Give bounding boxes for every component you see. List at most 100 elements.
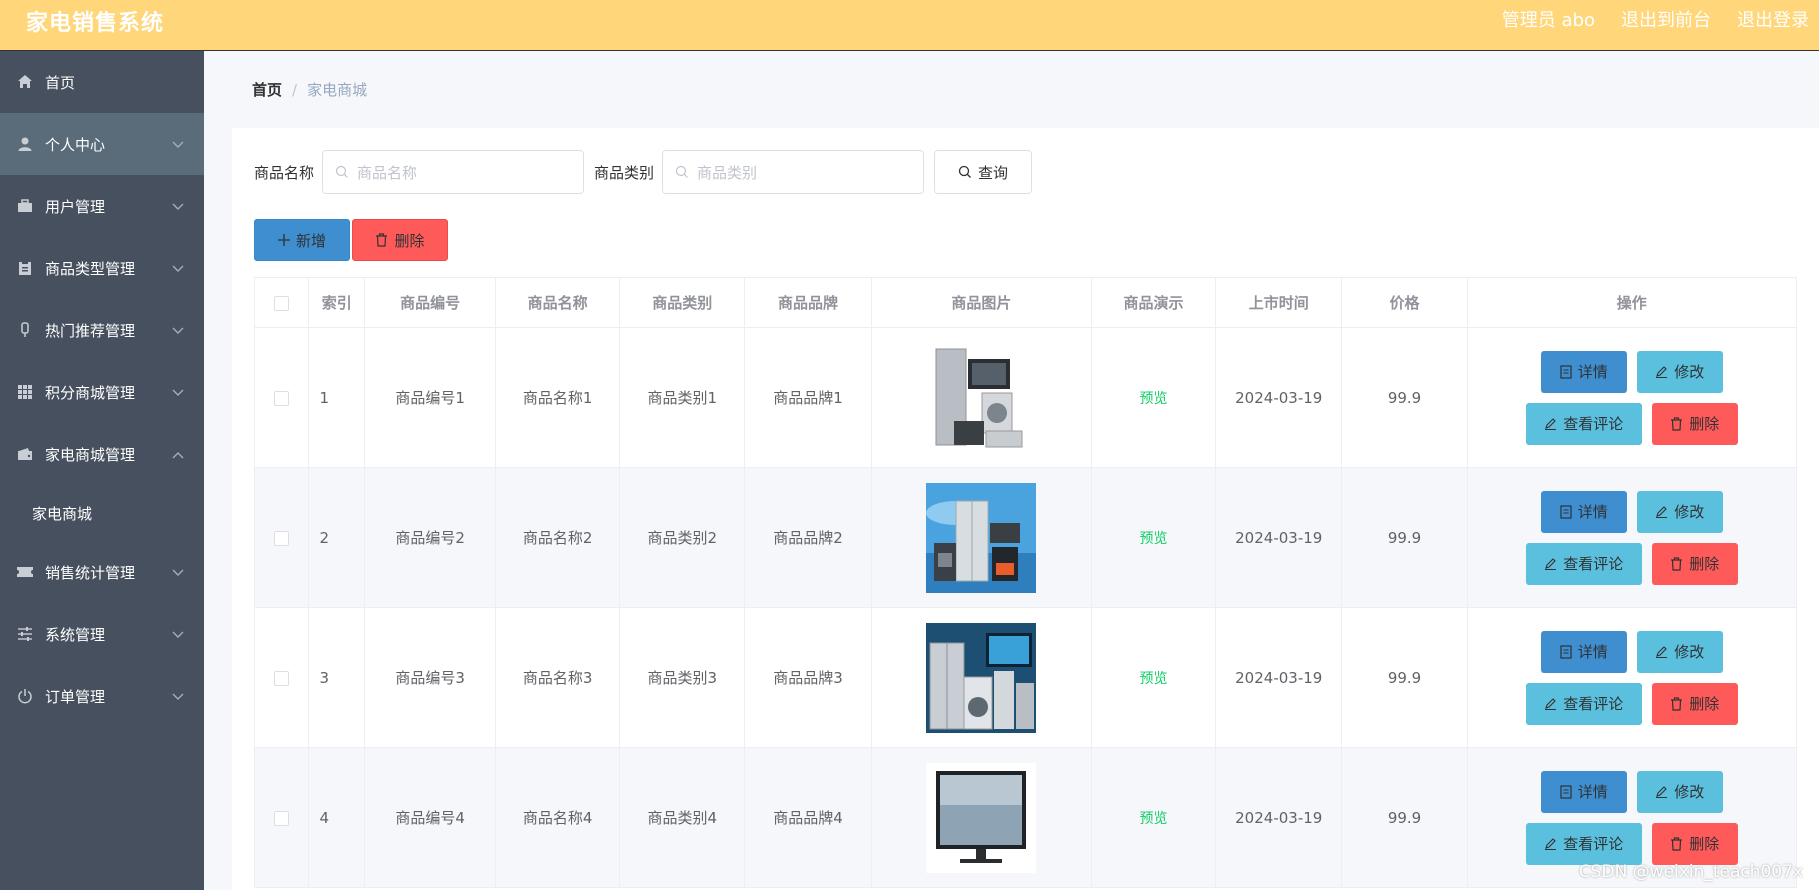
view-reviews-button[interactable]: 查看评论 (1525, 682, 1642, 725)
row-checkbox[interactable] (274, 670, 290, 686)
price: 99.9 (1341, 327, 1468, 468)
tv-product-image[interactable] (926, 762, 1037, 873)
row-checkbox[interactable] (274, 810, 290, 826)
edit-button[interactable]: 修改 (1636, 630, 1723, 673)
delete-label: 删除 (1689, 835, 1720, 853)
row-index: 1 (308, 327, 366, 468)
column-header: 商品演示 (1091, 277, 1217, 328)
product-code: 商品编号2 (364, 467, 497, 608)
detail-label: 详情 (1577, 783, 1608, 801)
row-select-cell (253, 747, 310, 888)
sidebar-item-label: 用户管理 (45, 197, 106, 216)
sidebar-item-system-management[interactable]: 系统管理 (0, 603, 204, 665)
delete-button[interactable]: 删除 (1651, 542, 1738, 585)
edit-icon (1656, 506, 1668, 518)
batch-delete-button[interactable]: 删除 (352, 219, 448, 261)
row-select-cell (253, 467, 310, 608)
view-reviews-button[interactable]: 查看评论 (1525, 822, 1642, 865)
edit-button[interactable]: 修改 (1636, 350, 1723, 393)
sidebar-item-label: 家电商城管理 (45, 445, 136, 464)
delete-button[interactable]: 删除 (1651, 822, 1738, 865)
row-checkbox[interactable] (274, 530, 290, 546)
preview-link[interactable]: 预览 (1140, 531, 1168, 547)
sidebar-item-home[interactable]: 首页 (0, 51, 204, 113)
sidebar-item-hot-recommend[interactable]: 热门推荐管理 (0, 299, 204, 361)
chevron-down-icon (172, 135, 184, 153)
detail-button[interactable]: 详情 (1540, 490, 1627, 533)
edit-icon (1545, 698, 1557, 710)
breadcrumb-home[interactable]: 首页 (252, 81, 282, 99)
search-icon (675, 165, 688, 178)
column-header: 商品品牌 (744, 277, 872, 328)
trash-icon (1671, 416, 1683, 431)
edit-icon (1545, 838, 1557, 850)
sidebar-item-personal-center[interactable]: 个人中心 (0, 113, 204, 175)
exit-to-front-link[interactable]: 退出到前台 (1621, 6, 1711, 32)
delete-label: 删除 (1689, 555, 1720, 573)
appliance-product-image[interactable] (926, 342, 1037, 453)
product-code: 商品编号3 (364, 607, 497, 748)
product-table: 索引 商品编号 商品名称 商品类别 商品品牌 商品图片 商品演示 上市时间 价格… (253, 277, 1798, 888)
column-header: 上市时间 (1215, 277, 1343, 328)
column-header: 商品编号 (364, 277, 497, 328)
view-reviews-button[interactable]: 查看评论 (1525, 542, 1642, 585)
detail-button[interactable]: 详情 (1540, 630, 1627, 673)
trash-icon (1671, 836, 1683, 851)
release-date: 2024-03-19 (1215, 327, 1343, 468)
name-search-placeholder: 商品名称 (357, 163, 418, 182)
product-category: 商品类别2 (619, 467, 746, 608)
sidebar-item-appliance-mall[interactable]: 家电商城管理 (0, 423, 204, 485)
detail-label: 详情 (1577, 503, 1608, 521)
chevron-down-icon (172, 197, 184, 215)
view-reviews-label: 查看评论 (1563, 555, 1624, 573)
column-header: 商品名称 (495, 277, 621, 328)
preview-link[interactable]: 预览 (1140, 811, 1168, 827)
chevron-down-icon (172, 687, 184, 705)
sidebar-item-label: 个人中心 (45, 135, 106, 154)
view-reviews-label: 查看评论 (1563, 835, 1624, 853)
edit-button[interactable]: 修改 (1636, 770, 1723, 813)
detail-button[interactable]: 详情 (1540, 770, 1627, 813)
select-all-checkbox[interactable] (274, 295, 290, 311)
chevron-down-icon (172, 625, 184, 643)
product-category: 商品类别4 (619, 747, 746, 888)
product-code: 商品编号1 (364, 327, 497, 468)
price: 99.9 (1341, 607, 1468, 748)
clipboard-icon (16, 259, 34, 277)
sidebar-item-label: 订单管理 (45, 687, 106, 706)
sidebar-item-order-management[interactable]: 订单管理 (0, 665, 204, 727)
power-icon (16, 687, 34, 705)
sidebar-item-sales-statistics[interactable]: 销售统计管理 (0, 541, 204, 603)
wallet-icon (16, 445, 34, 463)
delete-button[interactable]: 删除 (1651, 402, 1738, 445)
logout-link[interactable]: 退出登录 (1737, 6, 1809, 32)
content-panel: 商品名称 商品名称 商品类别 商品类别 查询 新增 删除 索引 商品编号 商品名… (232, 128, 1819, 890)
product-name: 商品名称4 (495, 747, 621, 888)
name-search-input[interactable]: 商品名称 (322, 150, 585, 194)
row-checkbox[interactable] (274, 390, 290, 406)
edit-label: 修改 (1674, 783, 1705, 801)
sidebar-item-user-management[interactable]: 用户管理 (0, 175, 204, 237)
category-search-input[interactable]: 商品类别 (662, 150, 925, 194)
add-button[interactable]: 新增 (254, 219, 350, 261)
delete-button[interactable]: 删除 (1651, 682, 1738, 725)
view-reviews-label: 查看评论 (1563, 415, 1624, 433)
product-category: 商品类别3 (619, 607, 746, 748)
edit-button[interactable]: 修改 (1636, 490, 1723, 533)
sidebar-item-category-management[interactable]: 商品类型管理 (0, 237, 204, 299)
preview-cell: 预览 (1091, 607, 1217, 748)
column-header: 价格 (1341, 277, 1468, 328)
view-reviews-button[interactable]: 查看评论 (1525, 402, 1642, 445)
preview-link[interactable]: 预览 (1140, 671, 1168, 687)
operations-cell: 详情 修改 查看评论 删除 (1466, 467, 1798, 608)
header-actions: 管理员 abo 退出到前台 退出登录 (1502, 6, 1819, 32)
sidebar: 首页 个人中心 用户管理 商品类型管理 热门推荐管理 积分商城管理 家电商城管理… (0, 51, 204, 890)
query-button[interactable]: 查询 (934, 150, 1033, 194)
detail-button[interactable]: 详情 (1540, 350, 1627, 393)
appliance-product-image[interactable] (926, 622, 1037, 733)
search-form: 商品名称 商品名称 商品类别 商品类别 查询 (254, 150, 1033, 194)
sidebar-subitem-appliance-mall[interactable]: 家电商城 (0, 485, 204, 541)
sidebar-item-points-mall[interactable]: 积分商城管理 (0, 361, 204, 423)
appliance-product-image[interactable] (926, 482, 1037, 593)
preview-link[interactable]: 预览 (1140, 391, 1168, 407)
